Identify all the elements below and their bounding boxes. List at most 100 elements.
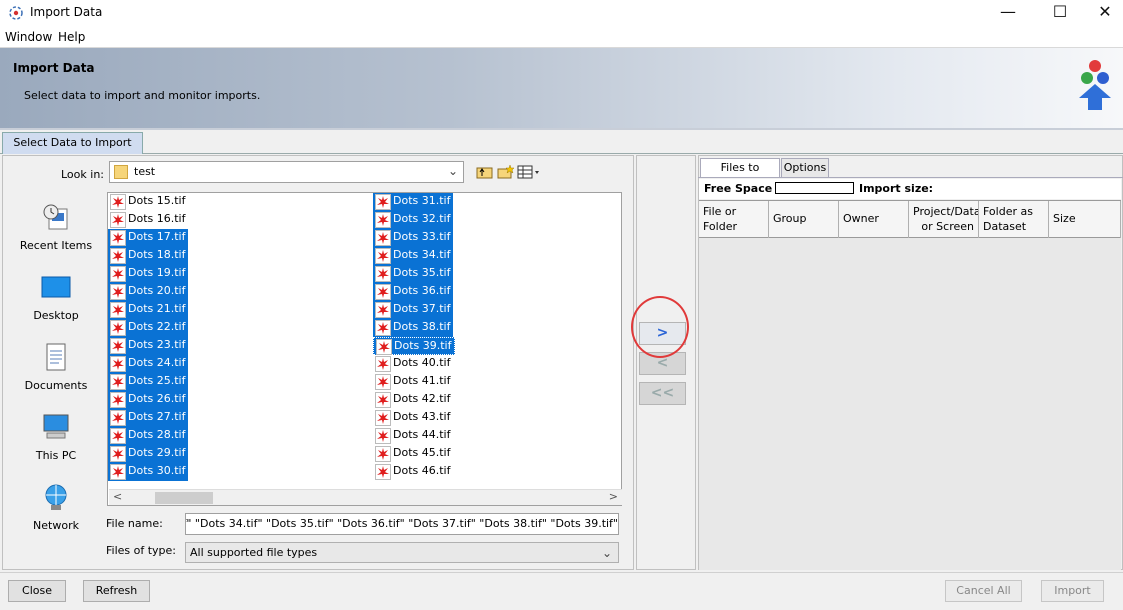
- view-menu-icon[interactable]: [517, 164, 541, 180]
- column-header[interactable]: Project/Dataset or Screen: [909, 201, 979, 238]
- file-name: Dots 34.tif: [393, 248, 451, 261]
- close-window-button[interactable]: ✕: [1082, 0, 1123, 26]
- cancel-all-button[interactable]: Cancel All: [945, 580, 1022, 602]
- tif-file-icon: [375, 302, 391, 318]
- file-item[interactable]: Dots 22.tif: [108, 319, 189, 337]
- file-item[interactable]: Dots 30.tif: [108, 463, 189, 481]
- file-item[interactable]: Dots 31.tif: [373, 193, 454, 211]
- free-space-bar: [775, 182, 854, 194]
- file-name: Dots 45.tif: [393, 446, 451, 459]
- file-item[interactable]: Dots 39.tif: [373, 337, 456, 355]
- file-name: Dots 27.tif: [128, 410, 186, 423]
- file-name: Dots 30.tif: [128, 464, 186, 477]
- file-item[interactable]: Dots 38.tif: [373, 319, 454, 337]
- file-item[interactable]: Dots 15.tif: [108, 193, 188, 211]
- queue-table-body[interactable]: [699, 238, 1121, 570]
- file-item[interactable]: Dots 29.tif: [108, 445, 189, 463]
- import-button[interactable]: Import: [1041, 580, 1104, 602]
- header-banner: Import Data Select data to import and mo…: [0, 48, 1123, 130]
- file-item[interactable]: Dots 45.tif: [373, 445, 453, 463]
- tif-file-icon: [110, 446, 126, 462]
- file-name: Dots 17.tif: [128, 230, 186, 243]
- place-this-pc[interactable]: This PC: [14, 405, 98, 469]
- place-recent-items[interactable]: Recent Items: [14, 195, 98, 259]
- new-folder-icon[interactable]: [497, 164, 515, 180]
- file-item[interactable]: Dots 17.tif: [108, 229, 189, 247]
- minimize-button[interactable]: —: [985, 0, 1031, 26]
- banner-title: Import Data: [13, 61, 95, 75]
- refresh-button[interactable]: Refresh: [83, 580, 150, 602]
- place-documents[interactable]: Documents: [14, 335, 98, 399]
- file-item[interactable]: Dots 20.tif: [108, 283, 189, 301]
- file-item[interactable]: Dots 41.tif: [373, 373, 453, 391]
- file-item[interactable]: Dots 36.tif: [373, 283, 454, 301]
- file-name: Dots 35.tif: [393, 266, 451, 279]
- file-item[interactable]: Dots 23.tif: [108, 337, 189, 355]
- column-header[interactable]: Group: [769, 201, 839, 238]
- remove-all-button[interactable]: <<: [639, 382, 686, 405]
- file-name: Dots 44.tif: [393, 428, 451, 441]
- tif-file-icon: [375, 356, 391, 372]
- menu-window[interactable]: Window: [5, 30, 52, 44]
- column-header[interactable]: File or Folder: [699, 201, 769, 238]
- file-item[interactable]: Dots 26.tif: [108, 391, 189, 409]
- look-in-dropdown[interactable]: test ⌄: [109, 161, 464, 183]
- file-item[interactable]: Dots 28.tif: [108, 427, 189, 445]
- up-folder-icon[interactable]: [476, 164, 494, 180]
- maximize-button[interactable]: ☐: [1037, 0, 1083, 26]
- file-item[interactable]: Dots 16.tif: [108, 211, 188, 229]
- file-item[interactable]: Dots 40.tif: [373, 355, 453, 373]
- file-item[interactable]: Dots 35.tif: [373, 265, 454, 283]
- scroll-left-icon[interactable]: <: [113, 490, 122, 503]
- free-space-label: Free Space: [704, 182, 773, 195]
- place-network[interactable]: Network: [14, 475, 98, 539]
- tif-file-icon: [110, 464, 126, 480]
- place-desktop[interactable]: Desktop: [14, 265, 98, 329]
- column-header[interactable]: Owner: [839, 201, 909, 238]
- tab-files-to-import[interactable]: Files to import: [700, 158, 780, 192]
- file-item[interactable]: Dots 34.tif: [373, 247, 454, 265]
- scroll-right-icon[interactable]: >: [609, 490, 618, 503]
- file-item[interactable]: Dots 18.tif: [108, 247, 189, 265]
- file-item[interactable]: Dots 33.tif: [373, 229, 454, 247]
- file-name: Dots 46.tif: [393, 464, 451, 477]
- tif-file-icon: [375, 230, 391, 246]
- tab-select-data[interactable]: Select Data to Import: [2, 132, 143, 154]
- file-name: Dots 15.tif: [128, 194, 186, 207]
- tab-options[interactable]: Options: [781, 158, 829, 178]
- file-list[interactable]: < > Dots 15.tif Dots 16.tif Dots 17.tif Dot…: [107, 192, 622, 506]
- file-item[interactable]: Dots 25.tif: [108, 373, 189, 391]
- tif-file-icon: [110, 302, 126, 318]
- file-item[interactable]: Dots 24.tif: [108, 355, 189, 373]
- file-item[interactable]: Dots 46.tif: [373, 463, 453, 481]
- file-item[interactable]: Dots 27.tif: [108, 409, 189, 427]
- file-item[interactable]: Dots 19.tif: [108, 265, 189, 283]
- menu-help[interactable]: Help: [58, 30, 85, 44]
- import-size-label: Import size:: [859, 182, 934, 195]
- remove-from-queue-button[interactable]: <: [639, 352, 686, 375]
- close-button[interactable]: Close: [8, 580, 66, 602]
- scroll-thumb[interactable]: [155, 492, 213, 504]
- file-item[interactable]: Dots 37.tif: [373, 301, 454, 319]
- horizontal-scrollbar[interactable]: < >: [109, 489, 622, 505]
- menu-bar: Window Help: [0, 26, 1123, 48]
- file-name: Dots 40.tif: [393, 356, 451, 369]
- file-item[interactable]: Dots 32.tif: [373, 211, 454, 229]
- tif-file-icon: [375, 374, 391, 390]
- file-item[interactable]: Dots 44.tif: [373, 427, 453, 445]
- tif-file-icon: [375, 266, 391, 282]
- file-name: Dots 42.tif: [393, 392, 451, 405]
- file-name-input[interactable]: "Dots 17.tif" "Dots 18.tif" "Dots 19.tif…: [185, 513, 619, 535]
- file-item[interactable]: Dots 21.tif: [108, 301, 189, 319]
- file-name: Dots 18.tif: [128, 248, 186, 261]
- queue-table-header: File or Folder Group Owner Project/Datas…: [699, 200, 1121, 238]
- file-item[interactable]: Dots 42.tif: [373, 391, 453, 409]
- file-item[interactable]: Dots 43.tif: [373, 409, 453, 427]
- column-header[interactable]: Folder as Dataset: [979, 201, 1049, 238]
- tif-file-icon: [110, 284, 126, 300]
- window-title: Import Data: [30, 5, 103, 19]
- files-of-type-dropdown[interactable]: All supported file types ⌄: [185, 542, 619, 563]
- file-name: Dots 38.tif: [393, 320, 451, 333]
- column-header[interactable]: Size: [1049, 201, 1121, 238]
- add-to-queue-button[interactable]: >: [639, 322, 686, 345]
